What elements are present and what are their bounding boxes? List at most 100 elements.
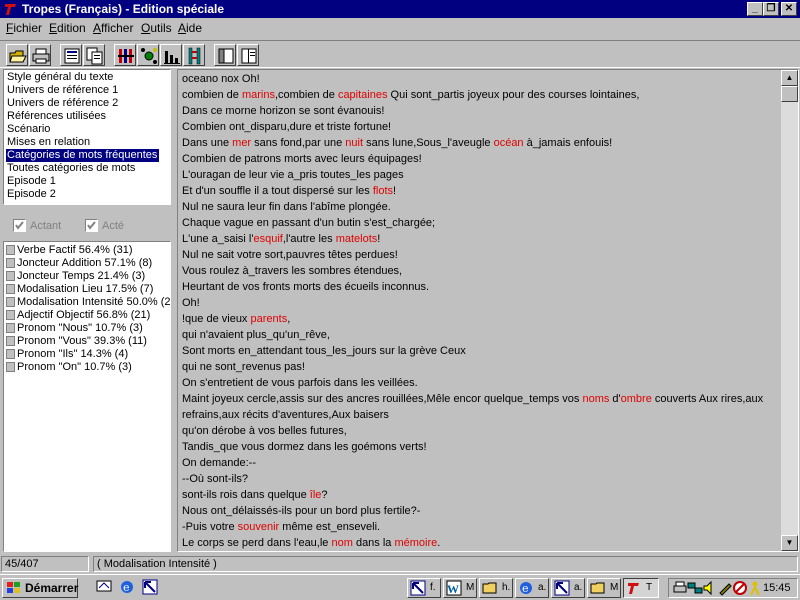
- text-line[interactable]: oceano nox Oh!: [182, 71, 260, 87]
- category-list[interactable]: Verbe Factif 56.4% (31) Joncteur Addition…: [3, 241, 171, 552]
- tray-icon[interactable]: [732, 580, 748, 599]
- highlighted-word[interactable]: océan: [494, 137, 524, 149]
- tray-icon[interactable]: [687, 580, 703, 599]
- category-checkbox[interactable]: [6, 297, 15, 307]
- text-line[interactable]: Maint joyeux cercle,assis sur des ancres…: [182, 391, 763, 407]
- highlighted-word[interactable]: noms: [582, 393, 609, 405]
- highlighted-word[interactable]: nom: [331, 537, 352, 549]
- tray-icon[interactable]: [717, 580, 733, 599]
- highlighted-word[interactable]: marins: [242, 89, 275, 101]
- list-item[interactable]: Références utilisées: [6, 110, 108, 123]
- text-line[interactable]: Le corps se perd dans l'eau,le nom dans …: [182, 535, 440, 551]
- category-item[interactable]: Adjectif Objectif 56.8% (21): [6, 309, 170, 322]
- category-item[interactable]: Verbe Factif 56.4% (31): [6, 244, 170, 257]
- category-item[interactable]: Joncteur Temps 21.4% (3): [6, 270, 170, 283]
- text-line[interactable]: Nous ont_délaissés-ils pour un bord plus…: [182, 503, 420, 519]
- category-checkbox[interactable]: [6, 336, 15, 346]
- list-item[interactable]: Episode 2: [6, 188, 58, 201]
- text-line[interactable]: combien de marins,combien de capitaines …: [182, 87, 639, 103]
- text-line[interactable]: L'une a_saisi l'esquif,l'autre les matel…: [182, 231, 380, 247]
- category-checkbox[interactable]: [6, 349, 15, 359]
- minimize-button[interactable]: _: [747, 2, 763, 16]
- text-line[interactable]: On demande:--: [182, 455, 256, 471]
- menu-edition[interactable]: Edition: [49, 21, 86, 35]
- open-button[interactable]: [6, 44, 28, 66]
- text-line[interactable]: Dans ce morne horizon se sont évanouis!: [182, 103, 384, 119]
- menu-aide[interactable]: Aide: [178, 21, 202, 35]
- category-item[interactable]: Pronom "On" 10.7% (3): [6, 361, 170, 374]
- text-line[interactable]: Tandis_que vous dormez dans les goémons …: [182, 439, 427, 455]
- category-checkbox[interactable]: [6, 245, 15, 255]
- view-split-button[interactable]: [237, 44, 259, 66]
- list-item[interactable]: Catégories de mots fréquentes: [6, 149, 160, 162]
- text-line[interactable]: Combien de patrons morts avec leurs équi…: [182, 151, 422, 167]
- category-checkbox[interactable]: [6, 323, 15, 333]
- text-line[interactable]: qui ne sont_revenus pas!: [182, 359, 305, 375]
- text-line[interactable]: sont-ils rois dans quelque île?: [182, 487, 328, 503]
- category-item[interactable]: Modalisation Intensité 50.0% (20): [6, 296, 170, 309]
- tray-icon[interactable]: [747, 580, 763, 599]
- highlighted-word[interactable]: ombre: [621, 393, 652, 405]
- text-line[interactable]: Dans une mer sans fond,par une nuit sans…: [182, 135, 612, 151]
- graph-bars-button[interactable]: [114, 44, 136, 66]
- text-line[interactable]: qu'on dérobe à vos belles futures,: [182, 423, 347, 439]
- category-item[interactable]: Modalisation Lieu 17.5% (7): [6, 283, 170, 296]
- graph-ladder-button[interactable]: [183, 44, 205, 66]
- text-line[interactable]: Oh!: [182, 295, 200, 311]
- highlighted-word[interactable]: parents: [251, 313, 288, 325]
- menu-fichier[interactable]: Fichier: [6, 21, 42, 35]
- category-item[interactable]: Pronom "Nous" 10.7% (3): [6, 322, 170, 335]
- category-checkbox[interactable]: [6, 271, 15, 281]
- quick-launch-button[interactable]: e: [119, 579, 137, 597]
- text-line[interactable]: On s'entretient de vous parfois dans les…: [182, 375, 418, 391]
- text-line[interactable]: L'ouragan de leur vie a_pris toutes_les …: [182, 167, 404, 183]
- highlighted-word[interactable]: capitaines: [338, 89, 388, 101]
- category-item[interactable]: Pronom "Vous" 39.3% (11): [6, 335, 170, 348]
- start-button[interactable]: Démarrer: [2, 578, 78, 598]
- text-line[interactable]: Chaque vague en passant d'un butin s'est…: [182, 215, 435, 231]
- quick-launch-button[interactable]: [96, 579, 114, 597]
- highlighted-word[interactable]: matelots: [336, 233, 378, 245]
- list-item[interactable]: Scénario: [6, 123, 52, 136]
- actant-checkbox[interactable]: [13, 219, 26, 232]
- text-line[interactable]: refrains,aux récits d'aventures,Aux bais…: [182, 407, 389, 423]
- text-line[interactable]: Nul ne sait votre sort,pauvres têtes per…: [182, 247, 398, 263]
- category-item[interactable]: Pronom "Ils" 14.3% (4): [6, 348, 170, 361]
- text-line[interactable]: Vous roulez à_travers les sombres étendu…: [182, 263, 402, 279]
- highlighted-word[interactable]: souvenir: [238, 521, 280, 533]
- list-item[interactable]: Toutes catégories de mots: [6, 162, 137, 175]
- list-item[interactable]: Style général du texte: [6, 71, 115, 84]
- title-bar[interactable]: Tropes (Français) - Edition spéciale _ ❐…: [0, 0, 800, 18]
- text-line[interactable]: Combien ont_disparu,dure et triste fortu…: [182, 119, 391, 135]
- vertical-scrollbar[interactable]: ▲ ▼: [781, 70, 798, 551]
- print-button[interactable]: [29, 44, 51, 66]
- text-line[interactable]: Sont morts en_attendant tous_les_jours s…: [182, 343, 466, 359]
- maximize-button[interactable]: ❐: [763, 2, 779, 16]
- category-checkbox[interactable]: [6, 284, 15, 294]
- graph-actants-button[interactable]: [137, 44, 159, 66]
- category-checkbox[interactable]: [6, 310, 15, 320]
- highlighted-word[interactable]: île: [310, 489, 322, 501]
- scroll-thumb[interactable]: [781, 86, 798, 102]
- highlighted-word[interactable]: esquif: [253, 233, 282, 245]
- highlighted-word[interactable]: nuit: [345, 137, 363, 149]
- highlighted-word[interactable]: flots: [373, 185, 393, 197]
- list-item[interactable]: Mises en relation: [6, 136, 92, 149]
- list-item[interactable]: Episode 1: [6, 175, 58, 188]
- menu-afficher[interactable]: Afficher: [93, 21, 133, 35]
- list-item[interactable]: Univers de référence 2: [6, 97, 120, 110]
- tray-icon[interactable]: [702, 580, 718, 599]
- acte-checkbox[interactable]: [85, 219, 98, 232]
- task-button[interactable]: f.: [407, 578, 441, 598]
- category-item[interactable]: Joncteur Addition 57.1% (8): [6, 257, 170, 270]
- text-line[interactable]: qui n'avaient plus_qu'un_rêve,: [182, 327, 330, 343]
- category-checkbox[interactable]: [6, 258, 15, 268]
- task-button[interactable]: h.: [479, 578, 513, 598]
- text-line[interactable]: --Où sont-ils?: [182, 471, 248, 487]
- close-button[interactable]: ✕: [781, 2, 797, 16]
- highlighted-word[interactable]: mer: [232, 137, 251, 149]
- task-button[interactable]: a.: [551, 578, 585, 598]
- scroll-up-button[interactable]: ▲: [781, 70, 798, 86]
- category-checkbox[interactable]: [6, 362, 15, 372]
- text-content[interactable]: oceano nox Oh! combien de marins,combien …: [182, 70, 780, 551]
